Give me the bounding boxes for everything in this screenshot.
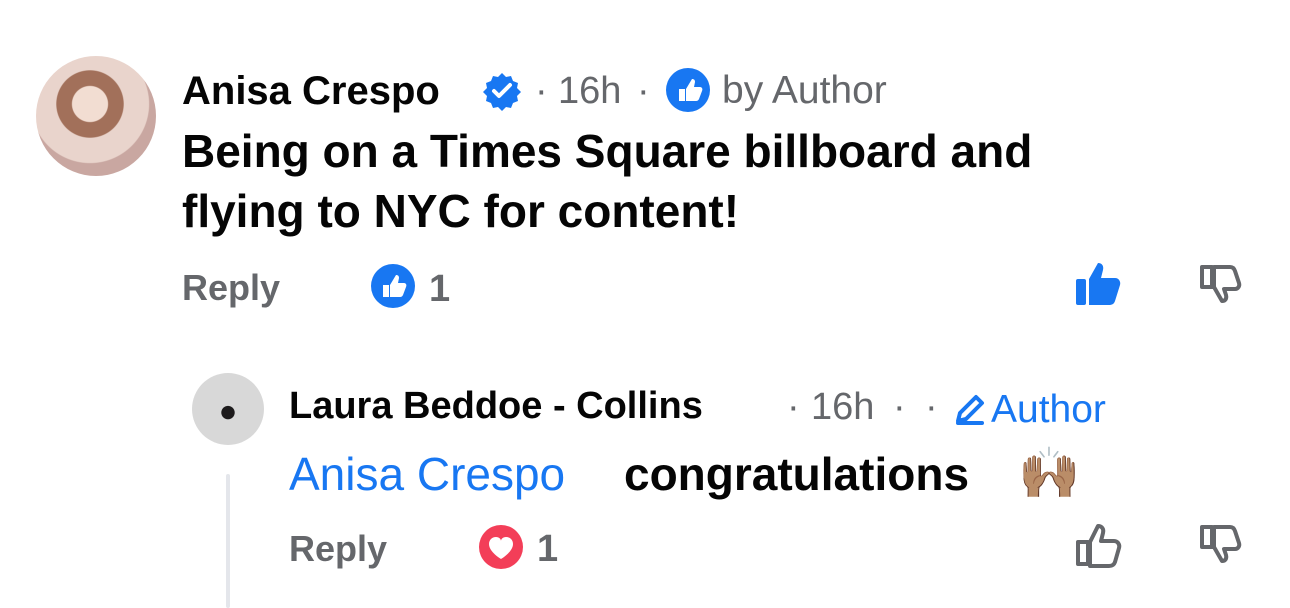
liked-by-author-icon bbox=[666, 68, 710, 112]
raising-hands-emoji: 🙌🏽 bbox=[1018, 445, 1081, 501]
comment-text: congratulations bbox=[624, 448, 970, 500]
verified-badge-icon bbox=[483, 73, 521, 111]
comment-author-name[interactable]: Anisa Crespo bbox=[182, 71, 440, 111]
by-author-badge: by Author bbox=[722, 69, 887, 112]
dislike-button-icon[interactable] bbox=[1196, 261, 1242, 307]
comment-mention[interactable]: Anisa Crespo bbox=[289, 446, 565, 502]
comment-time[interactable]: 16h bbox=[558, 72, 621, 110]
like-button-icon[interactable] bbox=[1073, 520, 1123, 570]
avatar[interactable] bbox=[192, 373, 264, 445]
thread-line bbox=[226, 474, 230, 608]
reply-button[interactable]: Reply bbox=[182, 267, 280, 309]
dislike-button-icon[interactable] bbox=[1196, 521, 1242, 567]
pencil-icon bbox=[956, 395, 984, 425]
separator-dot: · bbox=[787, 386, 800, 428]
reaction-count[interactable]: 1 bbox=[429, 268, 450, 311]
reply-button[interactable]: Reply bbox=[289, 528, 387, 570]
comment-author-name[interactable]: Laura Beddoe - Collins bbox=[289, 387, 703, 425]
comment-time[interactable]: 16h bbox=[811, 388, 874, 426]
like-button-icon[interactable] bbox=[1073, 259, 1123, 309]
separator-dot: · bbox=[637, 70, 650, 112]
like-reaction-icon bbox=[371, 264, 415, 308]
reaction-count[interactable]: 1 bbox=[537, 528, 558, 571]
comment-text-line: Being on a Times Square billboard and bbox=[182, 125, 1033, 177]
separator-dot: · bbox=[925, 386, 938, 428]
separator-dot: · bbox=[535, 70, 548, 112]
comment-text-line: flying to NYC for content! bbox=[182, 185, 740, 237]
avatar[interactable] bbox=[36, 56, 156, 176]
heart-reaction-icon bbox=[479, 525, 523, 569]
separator-dot: · bbox=[893, 386, 906, 428]
author-badge: Author bbox=[991, 388, 1106, 431]
